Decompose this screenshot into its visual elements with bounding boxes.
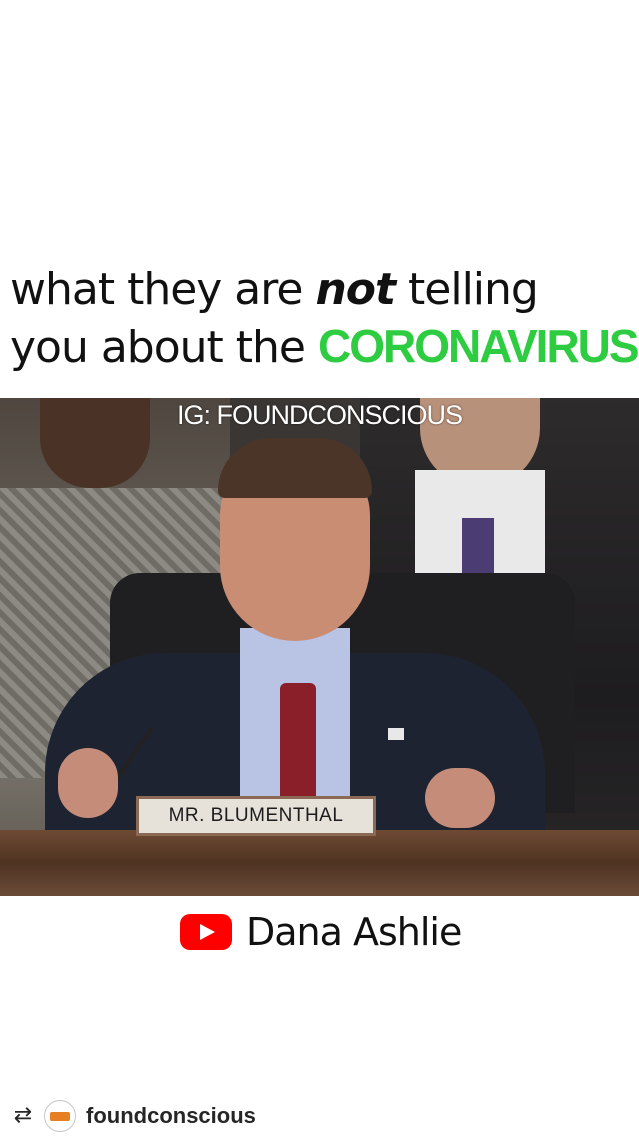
headline: what they are not telling you about the … [10, 262, 639, 376]
speaker-hand-left [58, 748, 118, 818]
headline-text: you about the [10, 322, 318, 373]
speaker-hair [218, 438, 372, 498]
headline-text: telling [395, 264, 539, 315]
story-page: what they are not telling you about the … [0, 0, 639, 1136]
avatar[interactable] [44, 1100, 76, 1132]
repost-icon: ⇄ [13, 1103, 33, 1128]
channel-name: Dana Ashlie [246, 910, 462, 954]
headline-highlight: CORONAVIRUS [317, 320, 639, 372]
headline-emphasis: not [315, 264, 396, 315]
watermark: IG: FOUNDCONSCIOUS [176, 400, 463, 430]
account-handle[interactable]: foundconscious [86, 1103, 256, 1129]
desk [0, 830, 639, 896]
headline-line-2: you about the CORONAVIRUS [10, 318, 639, 376]
speaker-hand-right [425, 768, 495, 828]
repost-footer: ⇄ foundconscious [12, 1098, 256, 1134]
nameplate: MR. BLUMENTHAL [136, 796, 376, 836]
speaker-tie [280, 683, 316, 803]
lapel-pin [388, 728, 404, 740]
headline-line-1: what they are not telling [10, 262, 635, 318]
youtube-attribution[interactable]: Dana Ashlie [180, 908, 462, 956]
youtube-icon [180, 914, 232, 950]
headline-text: what they are [10, 264, 316, 315]
avatar-logo [50, 1111, 70, 1121]
video-frame[interactable]: MR. BLUMENTHAL IG: FOUNDCONSCIOUS [0, 398, 639, 896]
